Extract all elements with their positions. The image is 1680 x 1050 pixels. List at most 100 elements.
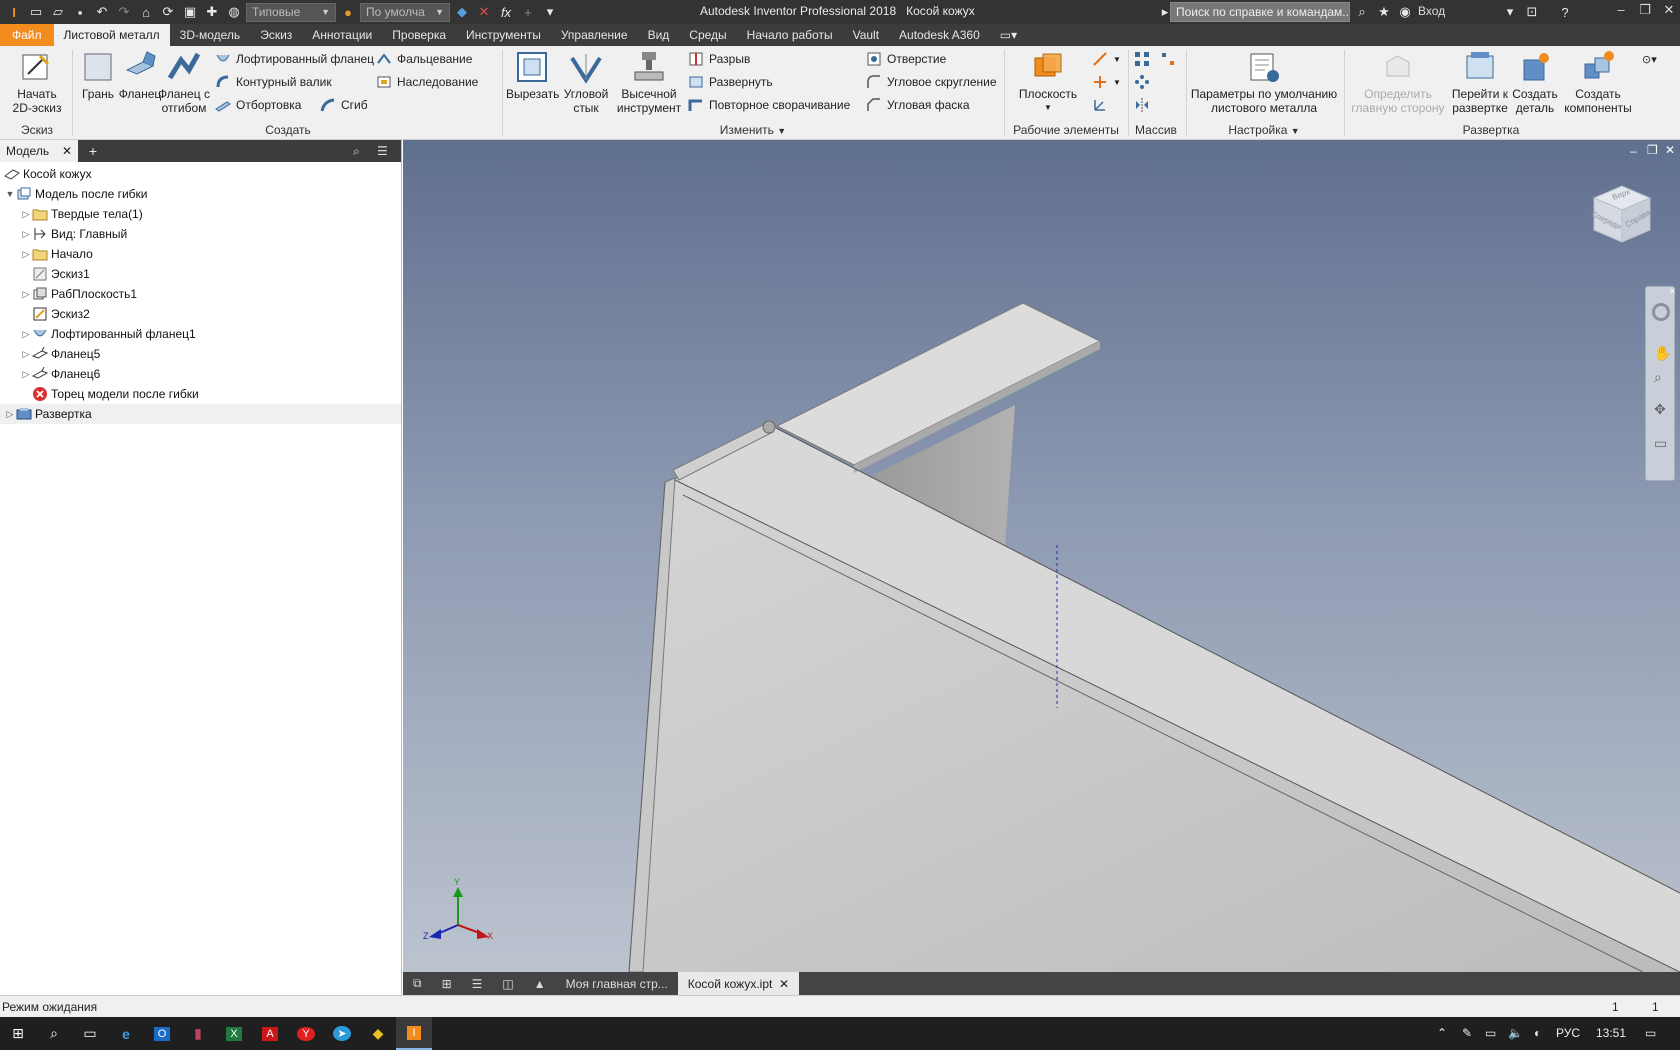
tree-item-work-plane1[interactable]: ▷ РабПлоскость1	[20, 284, 138, 304]
viewcube[interactable]: Верх Спереди Справа	[1586, 178, 1656, 248]
task-view-icon[interactable]: ▭	[72, 1017, 108, 1050]
flange-button[interactable]: Фланец	[116, 50, 164, 101]
sheet-metal-defaults-button[interactable]: Параметры по умолчанию листового металла	[1188, 50, 1340, 115]
function-icon[interactable]: fx	[496, 3, 516, 21]
tree-item-view[interactable]: ▷ Вид: Главный	[20, 224, 128, 244]
tray-status-icon[interactable]: ◐	[1534, 1026, 1541, 1040]
steering-wheel-icon[interactable]	[1652, 303, 1670, 321]
tab-list-icon[interactable]: ▲	[524, 972, 556, 995]
tree-item-root[interactable]: Косой кожух	[4, 164, 92, 184]
corner-chamfer-button[interactable]: Угловая фаска	[866, 95, 970, 115]
tab-annotate[interactable]: Аннотации	[302, 24, 382, 46]
network-icon[interactable]: ▭	[1485, 1026, 1496, 1040]
tab-a360[interactable]: Autodesk A360	[889, 24, 990, 46]
measure-icon[interactable]: ✚	[202, 3, 222, 21]
tree-item-sketch2[interactable]: Эскиз2	[20, 304, 90, 324]
binoculars-icon[interactable]: ⌕	[1352, 3, 1372, 21]
tile-vertical-icon[interactable]: ◫	[492, 972, 523, 995]
tile-horizontal-icon[interactable]: ☰	[462, 972, 493, 995]
tab-3d-model[interactable]: 3D-модель	[170, 24, 251, 46]
go-to-flat-pattern-button[interactable]: Перейти к развертке	[1448, 50, 1512, 115]
doc-tab-active[interactable]: Косой кожух.ipt ✕	[677, 972, 800, 995]
ribbon-display-toggle-icon[interactable]: ▭▾	[990, 24, 1027, 46]
tray-app-icon[interactable]: ✎	[1462, 1026, 1472, 1040]
app-icon[interactable]: ▮	[180, 1017, 216, 1050]
menu-icon[interactable]: ☰	[377, 144, 401, 158]
face-button[interactable]: Грань	[78, 50, 118, 101]
chevron-right-icon[interactable]: ▷	[20, 369, 32, 380]
yandex-browser-icon[interactable]: Y	[288, 1017, 324, 1050]
rip-button[interactable]: Разрыв	[688, 49, 750, 69]
tree-item-end-of-folded[interactable]: Торец модели после гибки	[20, 384, 199, 404]
browser-tab-model[interactable]: Модель ✕	[0, 140, 78, 162]
tab-environments[interactable]: Среды	[679, 24, 736, 46]
tab-inspect[interactable]: Проверка	[382, 24, 456, 46]
tray-expand-icon[interactable]: ⌃	[1437, 1026, 1447, 1040]
search-icon[interactable]: ⌕	[36, 1017, 72, 1050]
close-icon[interactable]: ✕	[779, 977, 789, 991]
look-at-icon[interactable]: ▭	[1654, 435, 1667, 452]
chevron-down-icon[interactable]: ▾	[1500, 3, 1520, 21]
outlook-icon[interactable]: O	[144, 1017, 180, 1050]
tab-file[interactable]: Файл	[0, 24, 54, 46]
contour-flange-button[interactable]: Фланец с отгибом	[158, 50, 210, 115]
open-file-icon[interactable]: ▱	[48, 3, 68, 21]
cart-icon[interactable]: ⊡	[1522, 3, 1542, 21]
tree-item-flange6[interactable]: ▷ Фланец6	[20, 364, 100, 384]
chevron-right-icon[interactable]: ▷	[20, 289, 32, 300]
tree-item-origin[interactable]: ▷ Начало	[20, 244, 93, 264]
doc-tab-home[interactable]: Моя главная стр...	[556, 972, 678, 995]
ie-icon[interactable]: e	[108, 1017, 144, 1050]
punch-tool-button[interactable]: Высечной инструмент	[614, 50, 684, 115]
zoom-icon[interactable]: ⌕	[1654, 369, 1662, 386]
new-file-icon[interactable]: ▭	[26, 3, 46, 21]
customize-qat-icon[interactable]: ▾	[540, 3, 560, 21]
close-icon[interactable]: ✕	[1669, 287, 1676, 296]
refold-button[interactable]: Повторное сворачивание	[688, 95, 850, 115]
windows-start-icon[interactable]: ⊞	[0, 1017, 36, 1050]
hole-button[interactable]: Отверстие	[866, 49, 946, 69]
plus-icon[interactable]: +	[518, 3, 538, 21]
corner-seam-button[interactable]: Угловой стык	[560, 50, 612, 115]
sheet-metal-model[interactable]	[403, 140, 1680, 972]
save-icon[interactable]: ▪	[70, 3, 90, 21]
volume-icon[interactable]: 🔈	[1508, 1026, 1523, 1040]
graphics-viewport[interactable]: Верх Спереди Справа – ❐ ✕ ✕ ✋ ⌕ ✥ ▭ Y X …	[403, 140, 1680, 972]
contour-roll-button[interactable]: Контурный валик	[215, 72, 332, 92]
fold-button[interactable]: Фальцевание	[376, 49, 472, 69]
tile-cascade-icon[interactable]: ⧉	[403, 972, 432, 995]
chevron-down-icon[interactable]: ▼	[4, 189, 16, 199]
plane-button[interactable]: Плоскость ▼	[1010, 50, 1086, 115]
bend-button[interactable]: Сгиб	[320, 95, 368, 115]
appearance-combo[interactable]: Типовые ▼	[246, 2, 336, 22]
redo-icon[interactable]: ↷	[114, 3, 134, 21]
derive-button[interactable]: Наследование	[376, 72, 478, 92]
restore-icon[interactable]: ❐	[1634, 2, 1656, 22]
corner-round-button[interactable]: Угловое скругление	[866, 72, 997, 92]
app-icon[interactable]: ◆	[360, 1017, 396, 1050]
update-icon[interactable]: ⟳	[158, 3, 178, 21]
chevron-right-icon[interactable]: ▷	[20, 229, 32, 240]
tree-item-solid-bodies[interactable]: ▷ Твердые тела(1)	[20, 204, 143, 224]
favorites-star-icon[interactable]: ★	[1374, 3, 1394, 21]
hem-button[interactable]: Отбортовка	[215, 95, 301, 115]
tab-get-started[interactable]: Начало работы	[737, 24, 843, 46]
chevron-right-icon[interactable]: ▷	[4, 409, 16, 420]
color-wheel-icon[interactable]: ●	[338, 3, 358, 21]
appearance-icon[interactable]: ◍	[224, 3, 244, 21]
pan-icon[interactable]: ✋	[1654, 345, 1671, 362]
define-a-side-button[interactable]: Определить главную сторону	[1346, 50, 1450, 115]
telegram-icon[interactable]: ➤	[324, 1017, 360, 1050]
acrobat-icon[interactable]: A	[252, 1017, 288, 1050]
viewport-close-icon[interactable]: ✕	[1665, 143, 1675, 157]
group-label-setup[interactable]: Настройка ▼	[1188, 123, 1340, 137]
unfold-button[interactable]: Развернуть	[688, 72, 773, 92]
undo-icon[interactable]: ↶	[92, 3, 112, 21]
orbit-icon[interactable]: ✥	[1654, 401, 1666, 418]
point-button[interactable]: ▼	[1092, 72, 1121, 92]
make-part-button[interactable]: Создать деталь	[1510, 50, 1560, 115]
tab-sheet-metal[interactable]: Листовой металл	[53, 24, 170, 46]
close-icon[interactable]: ✕	[62, 144, 72, 158]
lofted-flange-button[interactable]: Лофтированный фланец	[215, 49, 374, 69]
group-label-modify[interactable]: Изменить ▼	[506, 123, 1000, 137]
